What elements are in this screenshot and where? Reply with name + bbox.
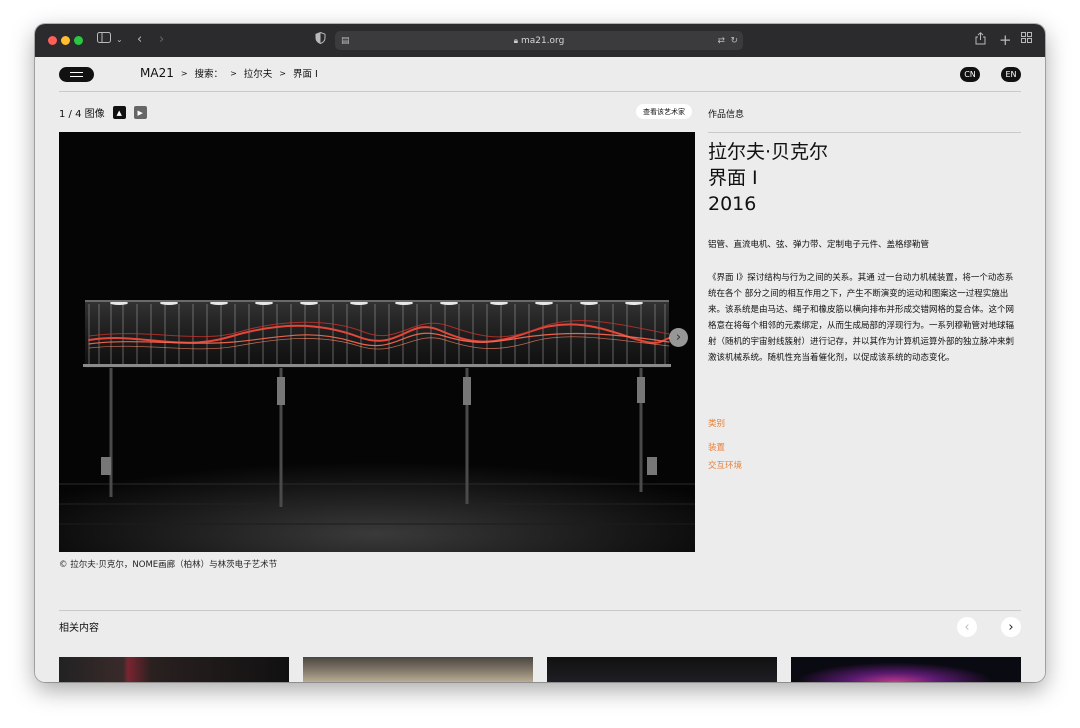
work-header: 拉尔夫·贝克尔 界面 I 2016 xyxy=(708,139,828,217)
related-thumbnail[interactable] xyxy=(791,657,1021,682)
image-view-icon[interactable]: ▲ xyxy=(112,106,126,119)
breadcrumb-separator: > xyxy=(279,68,286,78)
related-thumbnail[interactable] xyxy=(59,657,289,682)
breadcrumb-separator: > xyxy=(180,68,188,78)
breadcrumb-work: 界面 I xyxy=(292,69,318,80)
image-counter: 1 / 4 图像 xyxy=(59,109,105,120)
privacy-shield-icon[interactable] xyxy=(315,31,326,49)
header-divider xyxy=(59,91,1021,92)
work-year: 2016 xyxy=(708,193,757,215)
breadcrumb: MA21 > 搜索： > 拉尔夫 > 界面 I xyxy=(140,66,318,80)
related-thumbnail[interactable] xyxy=(547,657,777,682)
info-heading: 作品信息 xyxy=(708,110,745,120)
artist-name[interactable]: 拉尔夫·贝克尔 xyxy=(708,139,828,165)
info-divider xyxy=(708,132,1021,133)
work-title: 界面 I xyxy=(708,167,758,189)
category-link-installation[interactable]: 装置 xyxy=(708,441,725,453)
new-tab-icon[interactable]: + xyxy=(999,32,1012,48)
image-caption: © 拉尔夫·贝克尔，NOME画廊（柏林）与林茨电子艺术节 xyxy=(59,560,278,570)
artwork-photo xyxy=(59,132,695,552)
browser-window: ⌄ ‹ › ▤ 🔒︎ ma21.org ⇄ ↻ + MA21 > 搜索： > 拉… xyxy=(35,24,1045,682)
back-icon[interactable]: ‹ xyxy=(137,32,142,48)
page-content: MA21 > 搜索： > 拉尔夫 > 界面 I CN EN 1 / 4 图像 ▲… xyxy=(35,57,1045,682)
chevron-down-icon[interactable]: ⌄ xyxy=(116,32,123,48)
view-artist-button[interactable]: 查看该艺术家 xyxy=(636,104,692,119)
image-counter-bar: 1 / 4 图像 ▲ ▶ xyxy=(59,105,147,120)
breadcrumb-separator: > xyxy=(230,68,237,78)
translate-icon[interactable]: ⇄ xyxy=(717,33,725,49)
menu-button[interactable] xyxy=(59,67,94,82)
address-bar[interactable]: ▤ 🔒︎ ma21.org ⇄ ↻ xyxy=(335,31,743,50)
breadcrumb-artist[interactable]: 拉尔夫 xyxy=(244,66,273,80)
next-image-button[interactable]: › xyxy=(669,328,688,347)
lock-icon: 🔒︎ xyxy=(513,35,518,45)
carousel-next-button[interactable]: › xyxy=(1001,617,1021,637)
breadcrumb-home[interactable]: MA21 xyxy=(140,66,174,80)
work-description: 《界面 I》探讨结构与行为之间的关系。其通 过一台动力机械装置，将一个动态系统在… xyxy=(708,273,1015,363)
sidebar-icon[interactable] xyxy=(97,32,111,48)
category-title: 类别 xyxy=(708,419,726,429)
lang-cn-button[interactable]: CN xyxy=(960,67,980,82)
forward-icon[interactable]: › xyxy=(159,32,164,48)
zoom-window-button[interactable] xyxy=(74,36,83,45)
work-materials: 铝管、直流电机、弦、弹力带、定制电子元件、盖格缪勒管 xyxy=(708,240,930,250)
url-text: ma21.org xyxy=(520,35,565,46)
tab-overview-icon[interactable] xyxy=(1021,32,1032,48)
category-link-interactive[interactable]: 交互环境 xyxy=(708,459,742,471)
reader-icon[interactable]: ▤ xyxy=(341,33,350,49)
related-title: 相关内容 xyxy=(59,623,99,634)
minimize-window-button[interactable] xyxy=(61,36,70,45)
share-icon[interactable] xyxy=(975,32,986,50)
related-divider xyxy=(59,610,1021,611)
close-window-button[interactable] xyxy=(48,36,57,45)
breadcrumb-search[interactable]: 搜索： xyxy=(195,66,224,80)
carousel-prev-button[interactable]: ‹ xyxy=(957,617,977,637)
reload-icon[interactable]: ↻ xyxy=(730,33,738,49)
browser-titlebar: ⌄ ‹ › ▤ 🔒︎ ma21.org ⇄ ↻ + xyxy=(35,24,1045,57)
artwork-image: › xyxy=(59,132,695,552)
video-view-icon[interactable]: ▶ xyxy=(133,106,147,119)
related-thumbnail[interactable] xyxy=(303,657,533,682)
lang-en-button[interactable]: EN xyxy=(1001,67,1021,82)
